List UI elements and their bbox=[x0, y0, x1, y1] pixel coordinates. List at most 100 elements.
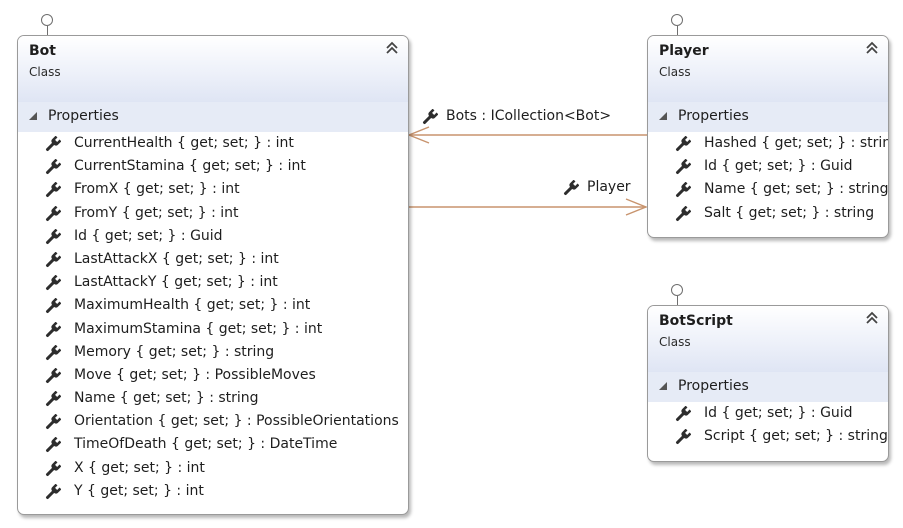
player-anchor bbox=[671, 14, 683, 26]
wrench-icon bbox=[675, 406, 691, 422]
property-item[interactable]: Orientation { get; set; } : PossibleOrie… bbox=[18, 411, 408, 434]
collapse-icon[interactable] bbox=[385, 41, 399, 55]
class-header: Bot Class bbox=[18, 36, 408, 102]
property-text: CurrentHealth { get; set; } : int bbox=[74, 135, 294, 151]
wrench-icon bbox=[563, 180, 579, 196]
property-item[interactable]: CurrentStamina { get; set; } : int bbox=[18, 156, 408, 179]
property-item[interactable]: MaximumStamina { get; set; } : int bbox=[18, 319, 408, 342]
association-bots[interactable] bbox=[407, 126, 647, 144]
section-properties[interactable]: Properties bbox=[18, 102, 408, 132]
wrench-icon bbox=[675, 205, 691, 221]
property-item[interactable]: Id { get; set; } : Guid bbox=[18, 226, 408, 249]
property-item[interactable]: X { get; set; } : int bbox=[18, 458, 408, 481]
wrench-icon bbox=[45, 344, 61, 360]
wrench-icon bbox=[45, 483, 61, 499]
property-text: Orientation { get; set; } : PossibleOrie… bbox=[74, 413, 399, 430]
association-text: Bots : ICollection<Bot> bbox=[446, 108, 612, 124]
class-header: Player Class bbox=[648, 36, 888, 102]
wrench-icon bbox=[675, 136, 691, 152]
wrench-icon bbox=[45, 182, 61, 198]
wrench-icon bbox=[45, 391, 61, 407]
wrench-icon bbox=[675, 182, 691, 198]
wrench-icon bbox=[45, 321, 61, 337]
property-text: CurrentStamina { get; set; } : int bbox=[74, 158, 306, 175]
property-text: Id { get; set; } : Guid bbox=[74, 227, 223, 244]
class-header: BotScript Class bbox=[648, 306, 888, 372]
wrench-icon bbox=[45, 460, 61, 476]
property-item[interactable]: Script { get; set; } : string bbox=[648, 426, 888, 449]
property-item[interactable]: Memory { get; set; } : string bbox=[18, 342, 408, 365]
property-item[interactable]: Id { get; set; } : Guid bbox=[648, 403, 888, 426]
property-text: Move { get; set; } : PossibleMoves bbox=[74, 366, 316, 383]
property-item[interactable]: Salt { get; set; } : string bbox=[648, 203, 888, 226]
class-player[interactable]: Player Class Properties Hashed { get; se… bbox=[647, 35, 889, 238]
property-text: LastAttackX { get; set; } : int bbox=[74, 250, 279, 267]
property-text: Id { get; set; } : Guid bbox=[704, 158, 853, 175]
property-item[interactable]: Name { get; set; } : string bbox=[18, 388, 408, 411]
wrench-icon bbox=[675, 159, 691, 175]
section-properties[interactable]: Properties bbox=[648, 372, 888, 402]
class-diagram: Bot Class Properties CurrentHealth { get… bbox=[0, 0, 903, 528]
wrench-icon bbox=[675, 429, 691, 445]
wrench-icon bbox=[45, 414, 61, 430]
wrench-icon bbox=[45, 159, 61, 175]
property-text: FromX { get; set; } : int bbox=[74, 181, 240, 198]
property-item[interactable]: LastAttackX { get; set; } : int bbox=[18, 249, 408, 272]
property-text: MaximumHealth { get; set; } : int bbox=[74, 297, 311, 314]
association-player[interactable] bbox=[408, 198, 648, 216]
wrench-icon bbox=[45, 437, 61, 453]
botscript-anchor-stem bbox=[677, 296, 678, 305]
section-label: Properties bbox=[678, 378, 749, 394]
class-botscript[interactable]: BotScript Class Properties Id { get; set… bbox=[647, 305, 889, 462]
property-text: FromY { get; set; } : int bbox=[74, 204, 239, 221]
class-stereotype: Class bbox=[659, 335, 691, 349]
association-text: Player bbox=[587, 179, 631, 195]
member-list: CurrentHealth { get; set; } : int Current… bbox=[18, 132, 408, 504]
bot-anchor bbox=[41, 14, 53, 26]
property-item[interactable]: CurrentHealth { get; set; } : int bbox=[18, 133, 408, 156]
property-item[interactable]: LastAttackY { get; set; } : int bbox=[18, 272, 408, 295]
property-item[interactable]: Name { get; set; } : string bbox=[648, 179, 888, 202]
section-properties[interactable]: Properties bbox=[648, 102, 888, 132]
property-item[interactable]: TimeOfDeath { get; set; } : DateTime bbox=[18, 434, 408, 457]
property-text: Salt { get; set; } : string bbox=[704, 204, 875, 221]
member-list: Id { get; set; } : Guid Script { get; set… bbox=[648, 402, 888, 449]
wrench-icon bbox=[45, 275, 61, 291]
property-text: TimeOfDeath { get; set; } : DateTime bbox=[74, 436, 338, 453]
property-item[interactable]: Y { get; set; } : int bbox=[18, 481, 408, 504]
class-name: Bot bbox=[29, 43, 56, 59]
property-item[interactable]: FromX { get; set; } : int bbox=[18, 179, 408, 202]
property-text: Id { get; set; } : Guid bbox=[704, 405, 853, 421]
wrench-icon bbox=[422, 109, 438, 125]
property-item[interactable]: FromY { get; set; } : int bbox=[18, 203, 408, 226]
expanded-triangle-icon[interactable] bbox=[658, 381, 668, 391]
property-item[interactable]: Move { get; set; } : PossibleMoves bbox=[18, 365, 408, 388]
property-item[interactable]: Hashed { get; set; } : string bbox=[648, 133, 888, 156]
property-text: MaximumStamina { get; set; } : int bbox=[74, 320, 323, 337]
wrench-icon bbox=[45, 205, 61, 221]
wrench-icon bbox=[45, 228, 61, 244]
property-text: X { get; set; } : int bbox=[74, 459, 205, 476]
wrench-icon bbox=[45, 251, 61, 268]
expanded-triangle-icon[interactable] bbox=[28, 111, 38, 121]
wrench-icon bbox=[45, 136, 61, 152]
property-text: LastAttackY { get; set; } : int bbox=[74, 274, 278, 291]
property-text: Y { get; set; } : int bbox=[74, 482, 204, 499]
property-text: Name { get; set; } : string bbox=[704, 181, 889, 198]
section-label: Properties bbox=[678, 108, 749, 124]
bot-anchor-stem bbox=[47, 26, 48, 35]
property-item[interactable]: MaximumHealth { get; set; } : int bbox=[18, 295, 408, 318]
expanded-triangle-icon[interactable] bbox=[658, 111, 668, 121]
wrench-icon bbox=[45, 298, 61, 314]
section-label: Properties bbox=[48, 108, 119, 124]
class-bot[interactable]: Bot Class Properties CurrentHealth { get… bbox=[17, 35, 409, 515]
collapse-icon[interactable] bbox=[865, 41, 879, 55]
property-text: Hashed { get; set; } : string bbox=[704, 135, 889, 151]
collapse-icon[interactable] bbox=[865, 311, 879, 325]
property-text: Script { get; set; } : string bbox=[704, 428, 888, 445]
property-text: Name { get; set; } : string bbox=[74, 390, 259, 407]
property-text: Memory { get; set; } : string bbox=[74, 343, 275, 360]
class-stereotype: Class bbox=[29, 65, 61, 79]
player-anchor-stem bbox=[677, 26, 678, 35]
property-item[interactable]: Id { get; set; } : Guid bbox=[648, 156, 888, 179]
